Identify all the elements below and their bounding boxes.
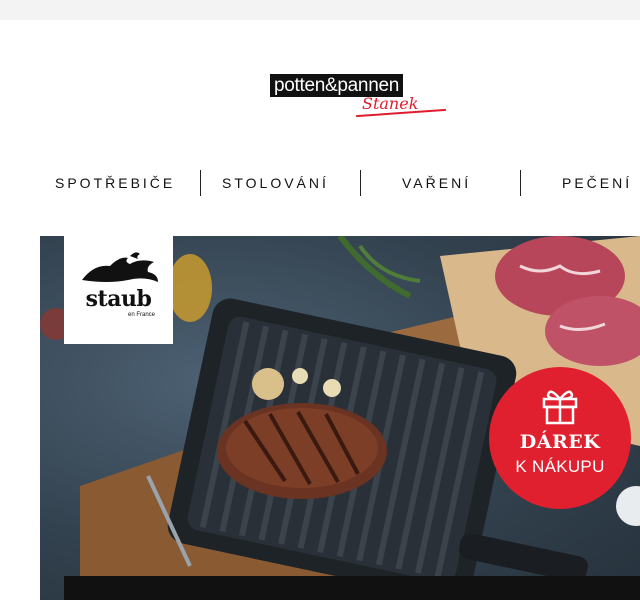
nav-item-spotrebice[interactable]: SPOTŘEBIČE	[55, 170, 175, 196]
gift-icon	[542, 390, 578, 425]
nav-divider	[520, 170, 521, 196]
staub-wordmark: staub	[85, 286, 152, 312]
nav-item-peceni[interactable]: PEČENÍ	[562, 170, 632, 196]
garlic	[252, 368, 284, 400]
nav-item-stolovani[interactable]: STOLOVÁNÍ	[222, 170, 329, 196]
logo-script: Stanek	[362, 94, 419, 113]
gift-badge-title: DÁREK	[519, 431, 601, 453]
gift-badge[interactable]: DÁREK K NÁKUPU	[489, 367, 631, 509]
oil-bottle	[168, 254, 212, 322]
hero-caption-bar	[64, 576, 640, 600]
staub-subtitle: en France	[128, 312, 156, 318]
gift-badge-subtitle: K NÁKUPU	[515, 457, 605, 476]
hero-banner[interactable]: staub en France DÁREK K NÁKUPU	[40, 236, 640, 600]
staub-logo[interactable]: staub en France	[64, 236, 173, 344]
top-bar	[0, 0, 640, 20]
nav-divider	[200, 170, 201, 196]
salt-bowl	[616, 486, 640, 526]
site-logo[interactable]: potten&pannen Stanek	[270, 74, 452, 118]
nav-item-vareni[interactable]: VAŘENÍ	[402, 170, 471, 196]
nav-divider	[360, 170, 361, 196]
main-nav: SPOTŘEBIČE STOLOVÁNÍ VAŘENÍ PEČENÍ	[0, 170, 640, 196]
